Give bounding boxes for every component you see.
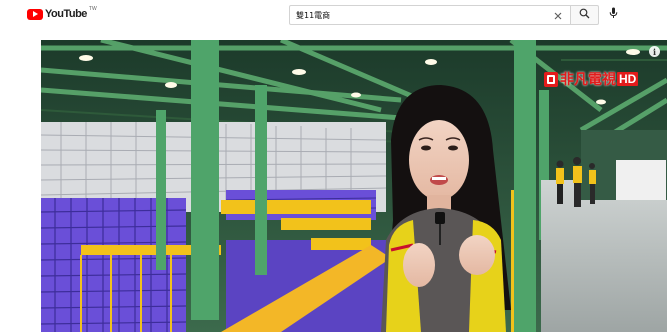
logo-text: YouTube (45, 8, 87, 20)
search-input[interactable] (296, 9, 536, 22)
search-icon (579, 6, 590, 24)
logo-region: TW (88, 6, 97, 12)
voice-search-button[interactable] (603, 5, 623, 25)
youtube-logo[interactable]: YouTube TW (27, 6, 97, 20)
search-box[interactable] (289, 5, 571, 25)
channel-logo-icon (544, 71, 558, 87)
channel-watermark: 非凡電視 HD (544, 69, 639, 89)
video-player[interactable]: 非凡電視 HD i (41, 40, 667, 332)
youtube-play-icon (27, 8, 43, 20)
info-icon[interactable]: i (649, 46, 660, 57)
channel-name: 非凡電視 (560, 72, 616, 88)
channel-hd-badge: HD (617, 72, 639, 86)
microphone-icon (609, 6, 618, 24)
search-button[interactable] (571, 5, 599, 25)
info-icon-glyph: i (652, 46, 657, 57)
masthead: YouTube TW (0, 0, 667, 30)
close-icon[interactable] (552, 9, 564, 21)
